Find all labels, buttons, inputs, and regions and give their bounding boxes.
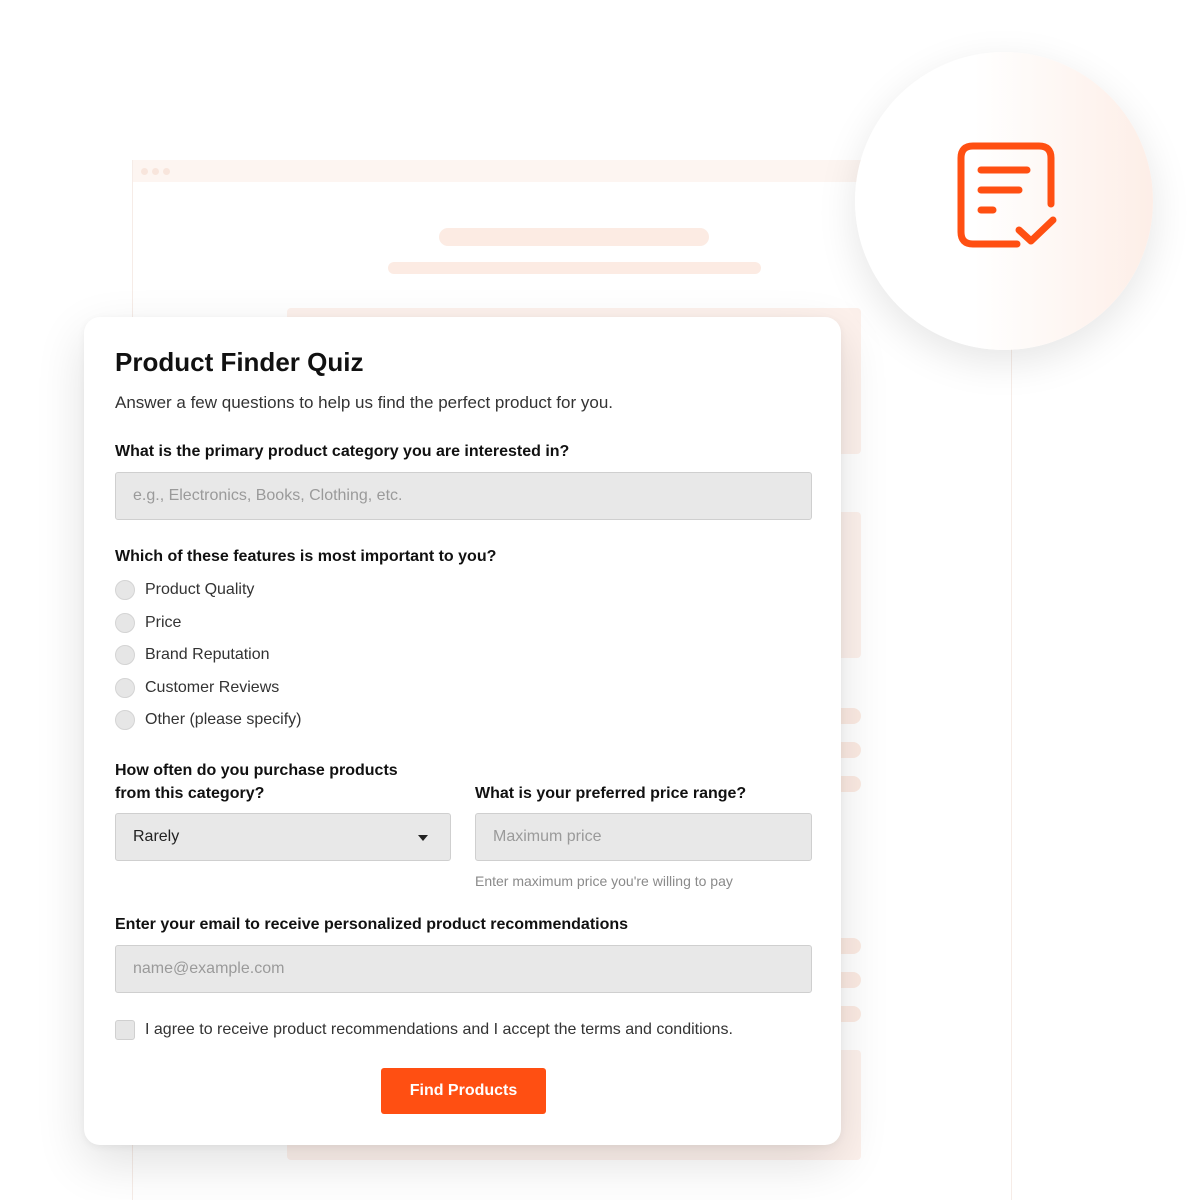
icon-badge [855,52,1153,350]
page-subtitle: Answer a few questions to help us find t… [115,393,614,412]
price-question-label: What is your preferred price range? [475,785,747,802]
quiz-form-card: Product Finder Quiz Answer a few questio… [84,317,841,1145]
radio-button[interactable] [115,613,135,633]
radio-label: Brand Reputation [145,646,270,663]
radio-button[interactable] [115,710,135,730]
feature-option-other[interactable]: Other (please specify) [115,709,302,731]
feature-option-brand-reputation[interactable]: Brand Reputation [115,644,270,666]
window-dot [152,168,159,175]
caret-down-icon [418,835,428,841]
price-helper-text: Enter maximum price you're willing to pa… [475,873,733,889]
frequency-selected-value: Rarely [133,828,180,845]
radio-button[interactable] [115,678,135,698]
features-question-label: Which of these features is most importan… [115,548,497,565]
frequency-label-line-1: How often do you purchase products [115,762,398,779]
max-price-input[interactable] [475,813,812,861]
feature-option-customer-reviews[interactable]: Customer Reviews [115,677,279,699]
radio-label: Product Quality [145,581,255,598]
find-products-button[interactable]: Find Products [381,1068,546,1114]
agree-terms-row[interactable]: I agree to receive product recommendatio… [115,1020,733,1040]
feature-option-product-quality[interactable]: Product Quality [115,579,254,601]
frequency-select[interactable]: Rarely [115,813,451,861]
radio-button[interactable] [115,580,135,600]
agree-label: I agree to receive product recommendatio… [145,1021,733,1038]
agree-checkbox[interactable] [115,1020,135,1040]
radio-label: Customer Reviews [145,679,280,696]
placeholder-bar [388,262,761,274]
radio-button[interactable] [115,645,135,665]
frequency-label-line-2: from this category? [115,785,265,802]
radio-label: Other (please specify) [145,711,302,728]
window-dot [163,168,170,175]
window-dot [141,168,148,175]
checklist-document-icon [957,142,1057,248]
email-question-label: Enter your email to receive personalized… [115,916,629,933]
email-input[interactable] [115,945,812,993]
category-question-label: What is the primary product category you… [115,443,570,460]
page-title: Product Finder Quiz [115,347,364,377]
frequency-question-label: How often do you purchase products from … [115,759,398,805]
category-input[interactable] [115,472,812,520]
placeholder-bar [439,228,709,246]
radio-label: Price [145,614,182,631]
feature-option-price[interactable]: Price [115,612,181,634]
